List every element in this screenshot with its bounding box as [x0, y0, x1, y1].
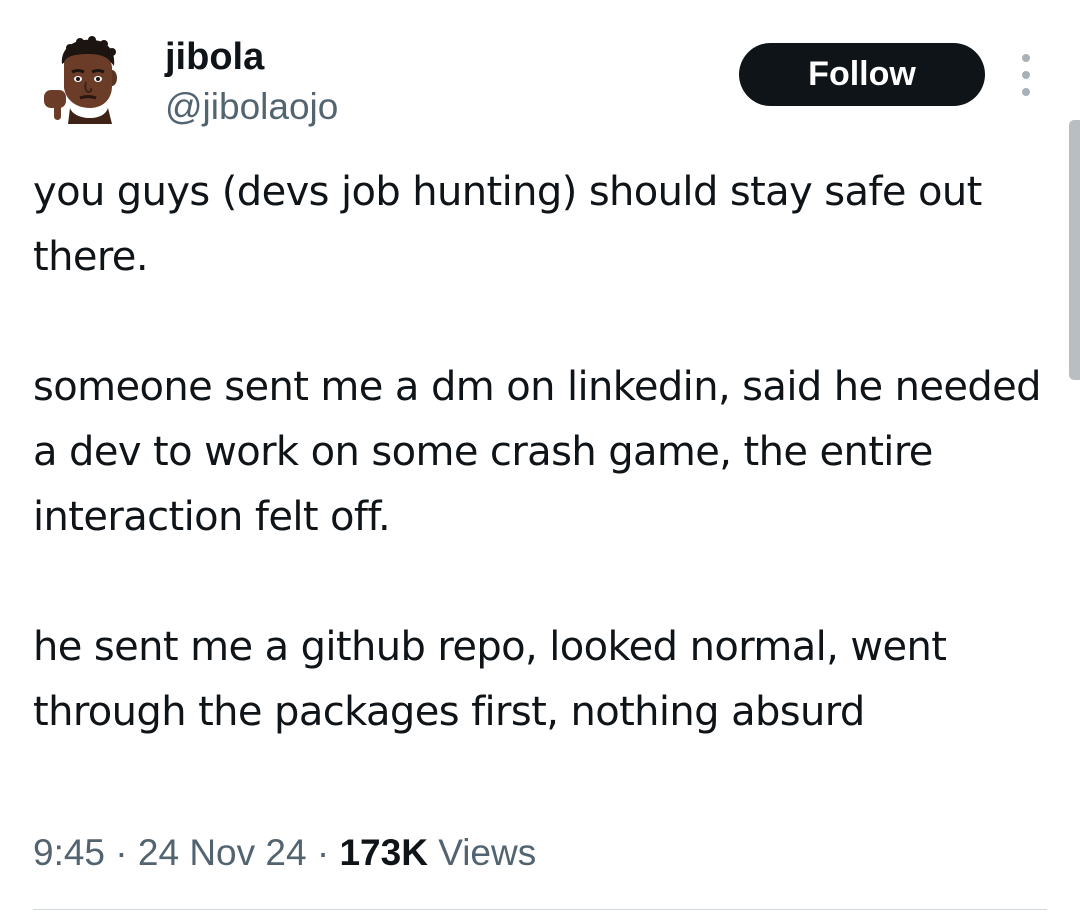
more-dot	[1022, 88, 1030, 96]
tweet-text: you guys (devs job hunting) should stay …	[33, 160, 1063, 745]
avatar[interactable]	[40, 34, 132, 126]
author-handle[interactable]: @jibolaojo	[165, 84, 338, 130]
author-display-name[interactable]: jibola	[165, 34, 264, 80]
scrollbar-thumb[interactable]	[1069, 120, 1080, 380]
meta-separator: ·	[115, 832, 128, 873]
tweet-paragraph: he sent me a github repo, looked normal,…	[33, 624, 947, 735]
more-vertical-icon[interactable]	[1012, 54, 1040, 96]
tweet-paragraph: you guys (devs job hunting) should stay …	[33, 169, 982, 280]
tweet-metadata: 9:45 · 24 Nov 24 · 173K Views	[33, 828, 536, 878]
meta-separator: ·	[316, 832, 330, 873]
tweet-date[interactable]: 24 Nov 24	[138, 832, 307, 873]
tweet-paragraph: someone sent me a dm on linkedin, said h…	[33, 364, 1042, 540]
divider	[33, 909, 1047, 910]
tweet-time[interactable]: 9:45	[33, 832, 105, 873]
follow-button[interactable]: Follow	[739, 43, 985, 106]
more-dot	[1022, 71, 1030, 79]
more-dot	[1022, 54, 1030, 62]
views-count[interactable]: 173K	[339, 832, 427, 873]
memoji-thumbs-down-avatar-icon	[44, 36, 117, 124]
views-label[interactable]: Views	[438, 832, 536, 873]
